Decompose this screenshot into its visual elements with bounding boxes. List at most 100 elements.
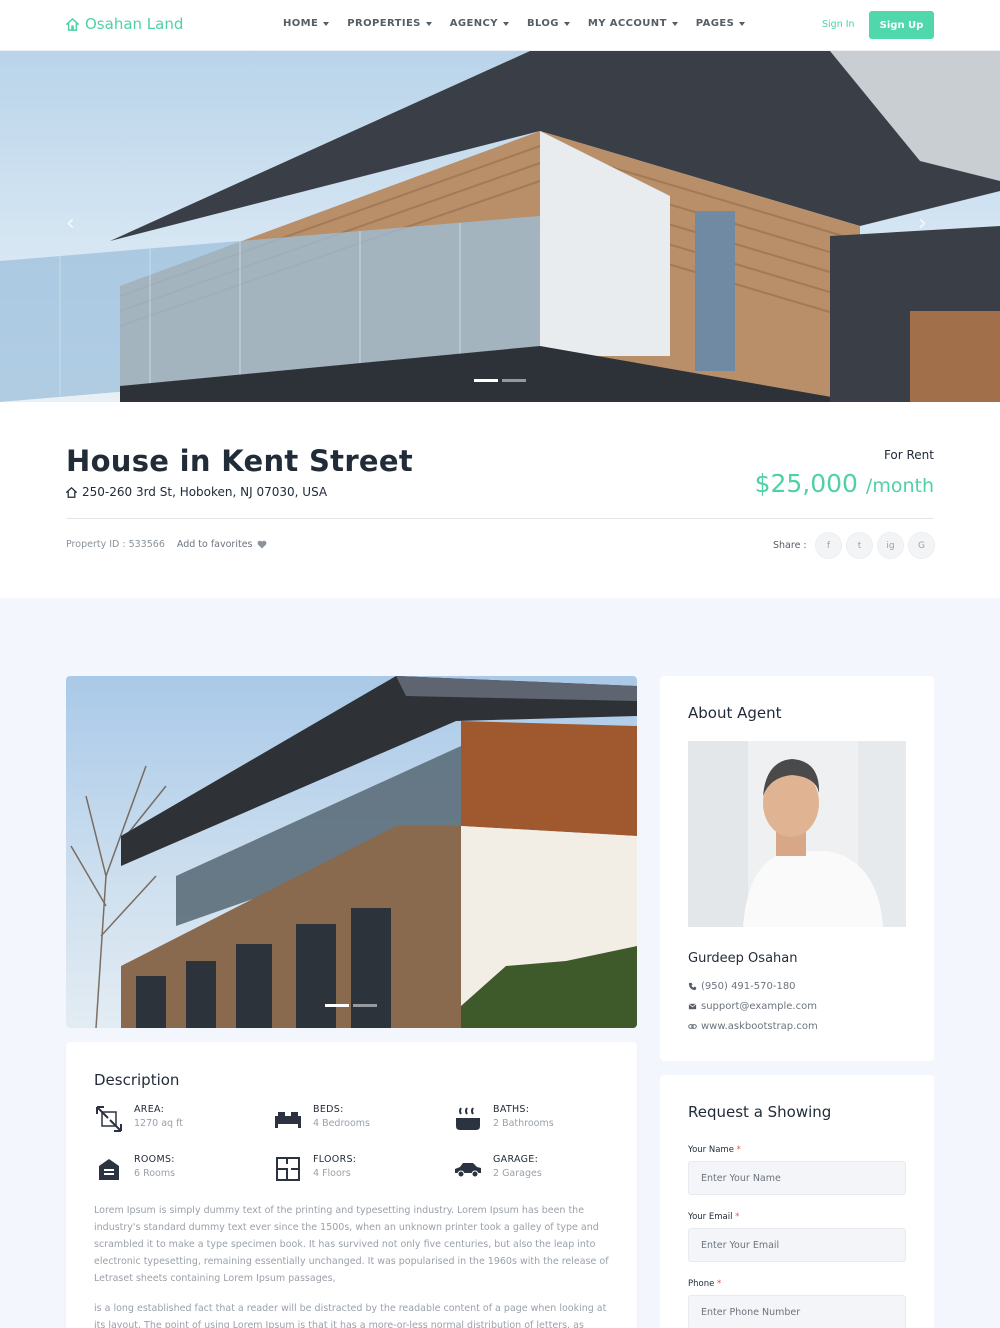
phone-field-label: Phone *: [688, 1279, 721, 1289]
required-marker: *: [717, 1279, 722, 1289]
description-paragraph: Lorem Ipsum is simply dummy text of the …: [94, 1205, 609, 1284]
feature-area: AREA: 1270 aq ft: [94, 1104, 183, 1134]
share-label: Share :: [773, 540, 807, 551]
name-field-label-text: Your Name: [688, 1145, 734, 1155]
google-icon[interactable]: G: [908, 532, 935, 559]
chevron-down-icon: [425, 21, 432, 26]
chevron-down-icon: [502, 21, 509, 26]
property-id: Property ID : 533566: [66, 539, 165, 550]
divider: [66, 518, 934, 519]
nav-properties-label: PROPERTIES: [347, 18, 421, 29]
sign-up-button[interactable]: Sign Up: [869, 11, 934, 39]
nav-home[interactable]: HOME: [283, 18, 330, 29]
hero-slider: ‹ ›: [0, 51, 1000, 402]
price-period: /month: [865, 475, 934, 497]
top-navbar: Osahan Land HOME PROPERTIES AGENCY BLOG …: [0, 0, 1000, 51]
email-input[interactable]: [688, 1228, 906, 1262]
feature-value: 1270 aq ft: [134, 1118, 183, 1129]
feature-baths: BATHS: 2 Bathrooms: [453, 1104, 554, 1134]
agent-email[interactable]: support@example.com: [688, 1001, 817, 1012]
feature-value: 4 Bedrooms: [313, 1118, 370, 1129]
feature-label: AREA:: [134, 1104, 165, 1115]
envelope-icon: [688, 1003, 697, 1010]
feature-value: 4 Floors: [313, 1168, 351, 1179]
feature-value: 2 Garages: [493, 1168, 542, 1179]
feature-label: ROOMS:: [134, 1154, 175, 1165]
home-icon: [66, 486, 77, 498]
address-text: 250-260 3rd St, Hoboken, NJ 07030, USA: [82, 485, 328, 499]
required-marker: *: [736, 1145, 741, 1155]
bath-icon: [456, 1107, 480, 1130]
agent-card: About Agent Gurdeep Osahan (950) 491-570…: [660, 676, 934, 1061]
nav-agency[interactable]: AGENCY: [450, 18, 509, 29]
feature-value: 2 Bathrooms: [493, 1118, 554, 1129]
feature-label: BATHS:: [493, 1104, 530, 1115]
nav-blog[interactable]: BLOG: [527, 18, 570, 29]
description-paragraph: is a long established fact that a reader…: [94, 1303, 607, 1328]
phone-input[interactable]: [688, 1295, 906, 1328]
nav-pages-label: PAGES: [695, 18, 735, 29]
add-to-favorites-link[interactable]: Add to favorites: [177, 539, 267, 550]
required-marker: *: [735, 1212, 740, 1222]
gallery-house-image: [70, 676, 637, 1028]
bed-icon: [275, 1112, 301, 1128]
floors-icon: [276, 1157, 300, 1181]
property-id-label: Property ID :: [66, 539, 126, 550]
nav-my-account[interactable]: MY ACCOUNT: [588, 18, 678, 29]
instagram-icon[interactable]: ig: [877, 532, 904, 559]
slider-indicators: [474, 379, 526, 382]
brand-logo[interactable]: Osahan Land: [66, 15, 183, 33]
slider-prev-arrow[interactable]: ‹: [66, 213, 82, 235]
gallery-indicators: [325, 1004, 377, 1007]
home-icon: [66, 17, 79, 31]
main-menu: HOME PROPERTIES AGENCY BLOG MY ACCOUNT P…: [283, 18, 746, 29]
feature-garage: GARAGE: 2 Garages: [453, 1154, 542, 1184]
slider-next-arrow[interactable]: ›: [918, 213, 934, 235]
phone-field-label-text: Phone: [688, 1279, 715, 1289]
agent-card-title: About Agent: [688, 704, 782, 722]
garage-icon: [455, 1163, 481, 1178]
chevron-down-icon: [671, 21, 678, 26]
agent-photo: [688, 741, 906, 927]
nav-properties[interactable]: PROPERTIES: [347, 18, 432, 29]
sign-in-link[interactable]: Sign In: [822, 19, 855, 30]
slider-dot[interactable]: [474, 379, 498, 382]
listing-status: For Rent: [883, 448, 934, 462]
agent-avatar-image: [688, 741, 906, 927]
name-field-label: Your Name *: [688, 1145, 741, 1155]
agent-phone[interactable]: (950) 491-570-180: [688, 981, 796, 992]
area-icon: [96, 1106, 122, 1132]
gallery-dot[interactable]: [353, 1004, 377, 1007]
link-icon: [688, 1024, 697, 1029]
rooms-icon: [99, 1159, 119, 1180]
name-input[interactable]: [688, 1161, 906, 1195]
nav-my-account-label: MY ACCOUNT: [587, 18, 667, 29]
twitter-icon[interactable]: t: [846, 532, 873, 559]
property-title: House in Kent Street: [66, 444, 414, 478]
agent-phone-text: (950) 491-570-180: [701, 981, 796, 992]
feature-floors: FLOORS: 4 Floors: [273, 1154, 356, 1184]
property-id-value: 533566: [128, 539, 165, 550]
nav-home-label: HOME: [283, 18, 319, 29]
nav-agency-label: AGENCY: [449, 18, 498, 29]
facebook-icon[interactable]: f: [815, 532, 842, 559]
nav-blog-label: BLOG: [526, 18, 559, 29]
property-address: 250-260 3rd St, Hoboken, NJ 07030, USA: [66, 485, 327, 499]
phone-icon: [688, 982, 697, 991]
feature-beds: BEDS: 4 Bedrooms: [273, 1104, 370, 1134]
agent-name: Gurdeep Osahan: [688, 951, 798, 966]
feature-rooms: ROOMS: 6 Rooms: [94, 1154, 175, 1184]
feature-label: BEDS:: [313, 1104, 344, 1115]
slider-dot[interactable]: [502, 379, 526, 382]
agent-website[interactable]: www.askbootstrap.com: [688, 1021, 818, 1032]
favorites-label: Add to favorites: [176, 539, 253, 550]
feature-label: FLOORS:: [313, 1154, 357, 1165]
gallery-dot[interactable]: [325, 1004, 349, 1007]
chevron-down-icon: [323, 21, 330, 26]
email-field-label-text: Your Email: [688, 1212, 733, 1222]
price-value: $25,000: [754, 469, 858, 498]
nav-pages[interactable]: PAGES: [695, 18, 746, 29]
request-showing-card: Request a Showing Your Name * Your Email…: [660, 1075, 934, 1328]
agent-email-text: support@example.com: [701, 1001, 817, 1012]
property-gallery: [66, 676, 637, 1028]
